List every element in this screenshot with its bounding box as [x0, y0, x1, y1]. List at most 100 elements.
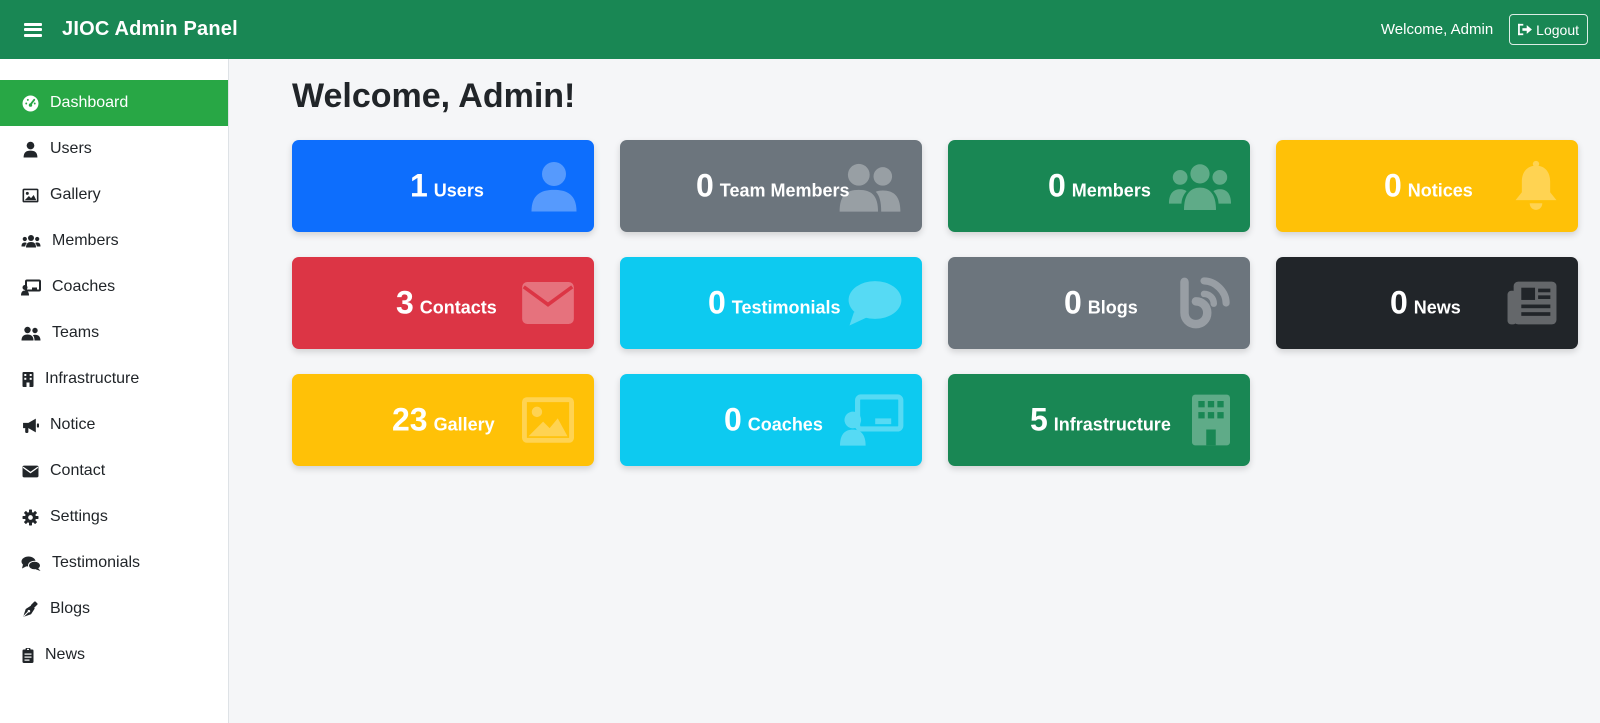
sidebar-item-label: Testimonials — [52, 554, 141, 571]
building-icon — [20, 370, 35, 388]
bullhorn-icon — [20, 416, 40, 434]
stat-card-gallery[interactable]: 23 Gallery — [292, 374, 594, 466]
sidebar-item-testimonials[interactable]: Testimonials — [0, 540, 228, 586]
logout-button[interactable]: Logout — [1509, 14, 1588, 45]
stat-count: 0 — [1390, 284, 1408, 321]
blog-icon — [1178, 277, 1230, 329]
stat-label: Testimonials — [731, 297, 841, 318]
stat-count: 23 — [392, 401, 428, 438]
envelope-icon — [522, 282, 574, 324]
sidebar-item-members[interactable]: Members — [0, 218, 228, 264]
sidebar-item-label: Gallery — [50, 186, 101, 203]
clipboard-icon — [20, 646, 35, 664]
stat-label: Team Members — [719, 180, 850, 201]
sidebar-item-settings[interactable]: Settings — [0, 494, 228, 540]
sidebar-item-label: Users — [50, 140, 92, 157]
chalkboard-user-icon — [20, 278, 42, 296]
stat-text: 0 Coaches — [724, 402, 823, 439]
sidebar-item-notice[interactable]: Notice — [0, 402, 228, 448]
stat-card-users[interactable]: 1 Users — [292, 140, 594, 232]
sidebar-item-users[interactable]: Users — [0, 126, 228, 172]
sidebar-item-infrastructure[interactable]: Infrastructure — [0, 356, 228, 402]
envelope-icon — [20, 462, 40, 480]
sidebar-item-gallery[interactable]: Gallery — [0, 172, 228, 218]
user-icon — [20, 140, 40, 158]
stat-label: Infrastructure — [1053, 414, 1171, 435]
sidebar: Dashboard Users Gallery Members Coaches … — [0, 59, 229, 723]
user-icon — [530, 160, 578, 212]
page-title: Welcome, Admin! — [292, 77, 576, 115]
stat-card-notices[interactable]: 0 Notices — [1276, 140, 1578, 232]
stat-count: 3 — [396, 284, 414, 321]
sidebar-item-label: Teams — [52, 324, 100, 341]
stat-label: Users — [433, 180, 484, 201]
stat-card-news[interactable]: 0 News — [1276, 257, 1578, 349]
stat-label: Gallery — [433, 414, 495, 435]
sidebar-item-teams[interactable]: Teams — [0, 310, 228, 356]
chalkboard-user-icon — [840, 394, 904, 446]
stat-cards: 1 Users 0 Team Members 0 Members 0 Notic… — [292, 140, 1578, 466]
stat-label: Contacts — [419, 297, 497, 318]
stat-text: 3 Contacts — [396, 285, 497, 322]
sidebar-item-label: Members — [52, 232, 119, 249]
stat-card-testimonials[interactable]: 0 Testimonials — [620, 257, 922, 349]
sidebar-item-coaches[interactable]: Coaches — [0, 264, 228, 310]
stat-card-blogs[interactable]: 0 Blogs — [948, 257, 1250, 349]
sidebar-item-label: Blogs — [50, 600, 91, 617]
stat-label: Blogs — [1087, 297, 1138, 318]
user-group-icon — [20, 324, 42, 342]
stat-label: Coaches — [747, 414, 823, 435]
gauge-icon — [20, 94, 40, 112]
stat-count: 0 — [696, 167, 714, 204]
sidebar-item-contact[interactable]: Contact — [0, 448, 228, 494]
logout-label: Logout — [1536, 21, 1579, 38]
stat-card-coaches[interactable]: 0 Coaches — [620, 374, 922, 466]
image-icon — [522, 397, 574, 443]
stat-count: 0 — [708, 284, 726, 321]
menu-toggle-icon[interactable] — [24, 22, 42, 37]
stat-card-infrastructure[interactable]: 5 Infrastructure — [948, 374, 1250, 466]
stat-card-contacts[interactable]: 3 Contacts — [292, 257, 594, 349]
sidebar-item-news[interactable]: News — [0, 632, 228, 678]
stat-text: 0 Blogs — [1064, 285, 1138, 322]
cog-icon — [20, 508, 40, 526]
stat-text: 5 Infrastructure — [1030, 402, 1171, 439]
sidebar-item-label: Dashboard — [50, 94, 129, 111]
pen-nib-icon — [20, 600, 40, 618]
logout-icon — [1518, 23, 1533, 36]
sidebar-item-label: Coaches — [52, 278, 116, 295]
stat-count: 1 — [410, 167, 428, 204]
stat-text: 0 Notices — [1384, 168, 1473, 205]
comments-icon — [20, 554, 42, 572]
newspaper-icon — [1506, 280, 1558, 326]
stat-card-team-members[interactable]: 0 Team Members — [620, 140, 922, 232]
sidebar-item-label: Contact — [50, 462, 106, 479]
top-navbar: JIOC Admin Panel Welcome, Admin Logout — [0, 0, 1600, 59]
stat-count: 0 — [1048, 167, 1066, 204]
users-icon — [20, 232, 42, 250]
stat-text: 0 Members — [1048, 168, 1151, 205]
navbar-right: Welcome, Admin Logout — [1381, 14, 1588, 45]
stat-count: 0 — [1064, 284, 1082, 321]
stat-count: 5 — [1030, 401, 1048, 438]
stat-label: News — [1413, 297, 1461, 318]
brand-title: JIOC Admin Panel — [62, 18, 238, 40]
stat-text: 1 Users — [410, 168, 484, 205]
sidebar-item-label: Infrastructure — [45, 370, 140, 387]
bell-icon — [1514, 160, 1558, 212]
sidebar-item-dashboard[interactable]: Dashboard — [0, 80, 228, 126]
stat-label: Members — [1071, 180, 1151, 201]
stat-count: 0 — [1384, 167, 1402, 204]
stat-count: 0 — [724, 401, 742, 438]
sidebar-item-label: Settings — [50, 508, 108, 525]
stat-label: Notices — [1407, 180, 1473, 201]
sidebar-item-blogs[interactable]: Blogs — [0, 586, 228, 632]
stat-text: 0 Testimonials — [708, 285, 841, 322]
user-group-icon — [838, 160, 902, 212]
building-icon — [1192, 394, 1230, 446]
stat-card-members[interactable]: 0 Members — [948, 140, 1250, 232]
sidebar-item-label: Notice — [50, 416, 96, 433]
image-icon — [20, 186, 40, 204]
stat-text: 0 News — [1390, 285, 1461, 322]
sidebar-item-label: News — [45, 646, 86, 663]
